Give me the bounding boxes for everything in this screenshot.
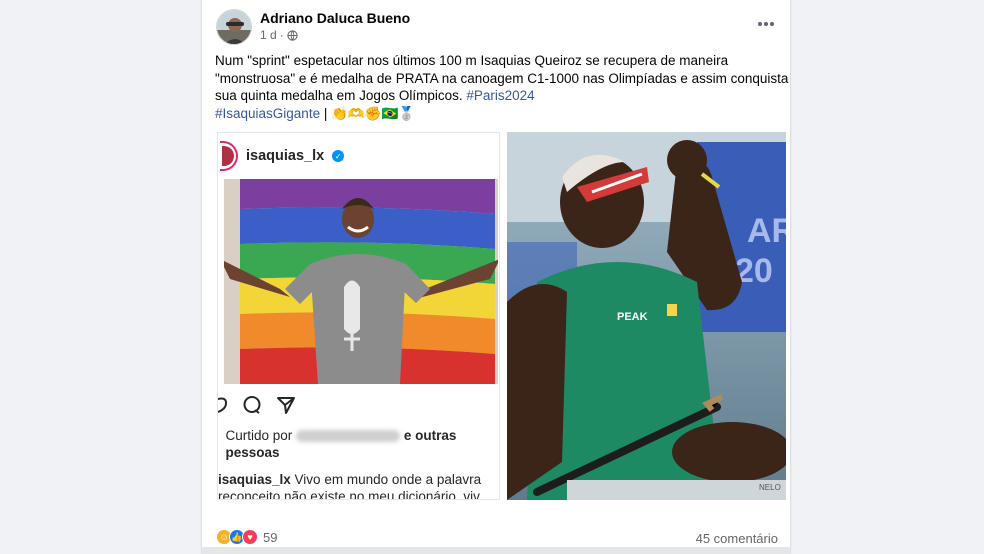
more-options-icon[interactable] (754, 12, 778, 36)
svg-text:NELO: NELO (759, 483, 781, 492)
author-name[interactable]: Adriano Daluca Bueno (260, 10, 410, 26)
emoji-suffix: | 👏🫶✊🇧🇷🥈 (320, 105, 416, 121)
post-time[interactable]: 1 d (260, 28, 277, 42)
hashtag-isaquiasgigante[interactable]: #IsaquiasGigante (215, 106, 320, 121)
post-text-line: Num "sprint" espetacular nos últimos 100… (215, 53, 729, 68)
post-image-athlete[interactable]: AR 20 PEAK NELO (507, 132, 786, 500)
globe-icon (287, 29, 298, 41)
post-text-line: sua quinta medalha em Jogos Olímpicos. #… (215, 88, 535, 103)
ig-photo-rainbow-flag (220, 179, 498, 384)
comment-icon[interactable] (242, 395, 262, 415)
heart-icon[interactable] (218, 395, 228, 415)
blurred-username (296, 430, 401, 443)
post-card: Adriano Daluca Bueno 1 d · Num "sprint" … (201, 0, 791, 554)
reaction-count[interactable]: 59 (263, 530, 277, 545)
hashtag-paris2024[interactable]: #Paris2024 (466, 88, 534, 103)
board-letters: AR (747, 212, 786, 250)
comments-count-link[interactable]: 45 comentário (696, 531, 778, 546)
post-text-line: #IsaquiasGigante | 👏🫶✊🇧🇷🥈 (215, 105, 780, 123)
svg-text:PEAK: PEAK (617, 311, 648, 323)
avatar-image (217, 10, 251, 44)
meta-separator: · (279, 28, 284, 42)
author-avatar[interactable] (216, 9, 252, 45)
ig-caption: isaquias_lx Vivo em mundo onde a palavra… (218, 472, 482, 500)
post-image-instagram[interactable]: isaquias_lx ✓ Curtido por e outras pesso… (217, 132, 500, 500)
ig-avatar (220, 141, 238, 171)
reaction-summary[interactable]: ☺ 👍 ♥ 59 (216, 529, 277, 545)
bottom-divider (201, 547, 791, 554)
ig-header: isaquias_lx ✓ (220, 139, 345, 173)
post-text: Num "sprint" espetacular nos últimos 100… (215, 52, 789, 123)
post-meta: 1 d · (260, 28, 298, 42)
ig-action-bar (218, 395, 296, 415)
share-icon[interactable] (276, 395, 296, 415)
love-reaction-icon: ♥ (242, 529, 258, 545)
post-text-line: "monstruosa" e é medalha de PRATA na can… (215, 70, 789, 86)
ig-username: isaquias_lx (246, 148, 325, 164)
verified-badge-icon: ✓ (332, 150, 345, 162)
ig-liked-by: Curtido por e outras pessoas (225, 428, 457, 460)
